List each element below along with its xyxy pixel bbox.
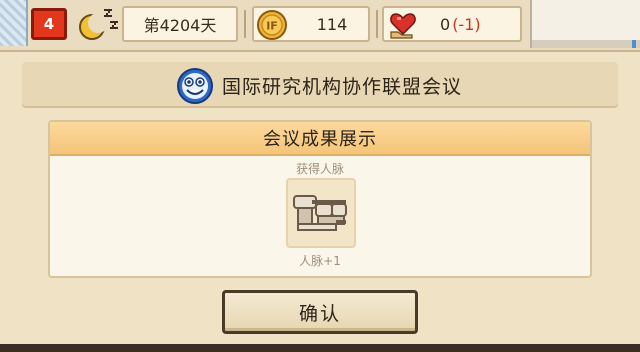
window-marker: [632, 40, 636, 48]
result-panel: 会议成果展示 获得人脉 人脉+1: [48, 120, 592, 278]
game-screen: 4 第4204天 IF 114 0 (-1) 国际研究机构协作联盟会议 会议成果…: [0, 0, 640, 352]
smiley-face-icon: [177, 68, 213, 104]
heart-delta: (-1): [452, 14, 481, 34]
banner-title: 国际研究机构协作联盟会议: [222, 75, 463, 98]
heart-value: 0 (-1): [440, 8, 481, 40]
gain-label: 获得人脉: [295, 162, 344, 176]
side-window: [530, 0, 640, 48]
day-counter: 第4204天: [122, 6, 238, 42]
bottom-frame: [0, 344, 640, 352]
reward-caption: 人脉+1: [299, 254, 341, 268]
dna-icon[interactable]: [0, 0, 28, 46]
divider: [244, 10, 246, 38]
reward-item[interactable]: [286, 178, 356, 248]
coin-counter: IF 114: [252, 6, 370, 42]
divider: [532, 40, 640, 48]
moon-zzz-icon: [79, 9, 118, 40]
heart-count: 0: [440, 14, 451, 34]
coin-value: 114: [316, 14, 348, 34]
connections-icon: [293, 195, 347, 231]
month-badge: 4: [31, 8, 67, 40]
heart-counter: 0 (-1): [382, 6, 522, 42]
status-bar: 4 第4204天 IF 114 0 (-1): [0, 0, 640, 52]
svg-text:IF: IF: [266, 20, 278, 33]
divider: [376, 10, 378, 38]
if-coin-icon: IF: [257, 10, 287, 40]
event-banner: 国际研究机构协作联盟会议: [22, 62, 618, 108]
panel-title: 会议成果展示: [50, 122, 590, 156]
heart-hand-icon: [390, 13, 416, 39]
confirm-button[interactable]: 确认: [222, 290, 418, 334]
